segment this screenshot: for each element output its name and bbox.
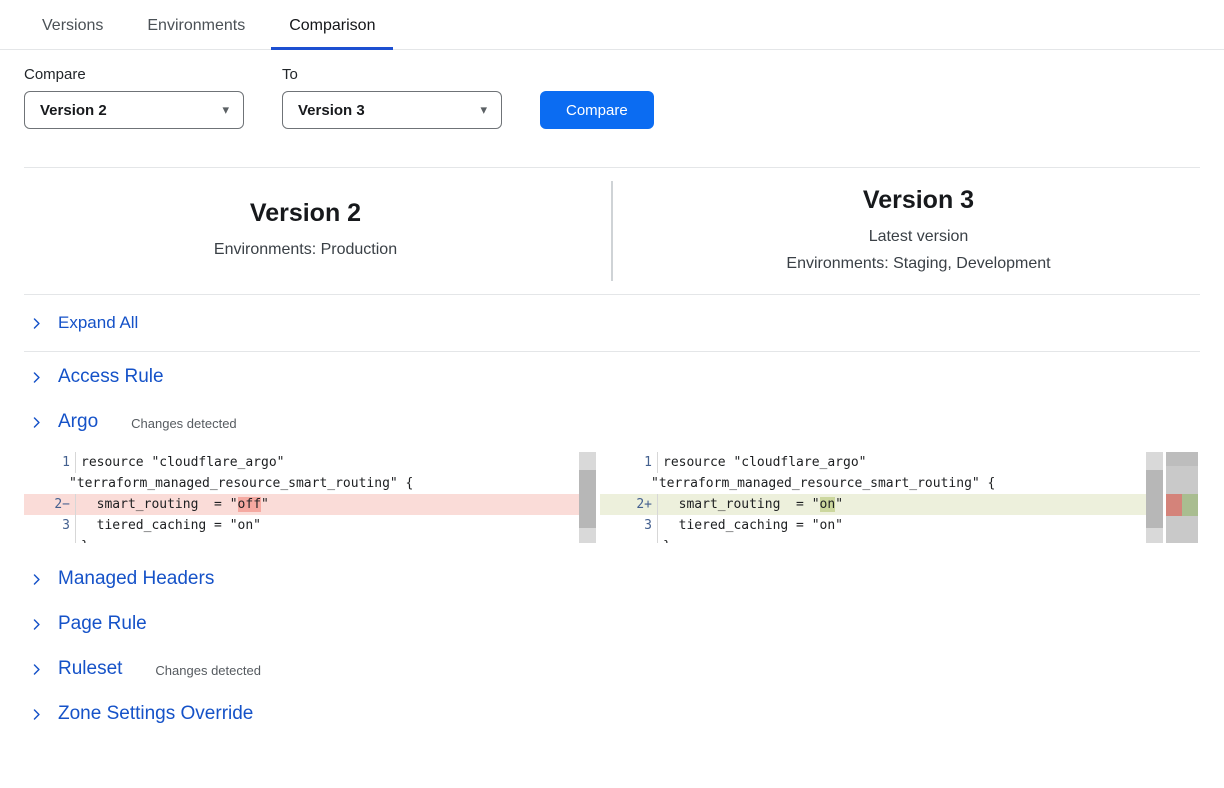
line-number: 1 — [600, 452, 658, 473]
section-label: Managed Headers — [58, 568, 214, 590]
code-text: "terraform_managed_resource_smart_routin… — [600, 473, 995, 494]
compare-from-select[interactable]: Version 2 ▾ — [24, 91, 244, 129]
line-number: 2− — [24, 494, 76, 515]
version-left-environments: Environments: Production — [0, 236, 611, 263]
expand-all-label: Expand All — [58, 313, 138, 333]
caret-down-icon: ▾ — [480, 102, 487, 118]
compare-from-value: Version 2 — [40, 102, 107, 119]
chevron-right-icon — [30, 416, 43, 429]
line-number: 3 — [24, 515, 76, 536]
code-text: tiered_caching = "on" — [76, 515, 261, 536]
diff-view: 1resource "cloudflare_argo""terraform_ma… — [24, 452, 1224, 543]
code-text: resource "cloudflare_argo" — [76, 452, 285, 473]
code-text: tiered_caching = "on" — [658, 515, 843, 536]
tab-versions[interactable]: Versions — [40, 0, 105, 49]
compare-controls: Compare Version 2 ▾ To Version 3 ▾ Compa… — [0, 50, 1224, 129]
code-text: resource "cloudflare_argo" — [658, 452, 867, 473]
chevron-right-icon — [30, 371, 43, 384]
diff-pane-right: 1resource "cloudflare_argo""terraform_ma… — [600, 452, 1163, 543]
code-line: 2− smart_routing = "off" — [24, 494, 579, 515]
section-access-rule[interactable]: Access Rule — [0, 357, 1224, 397]
code-line: 3 tiered_caching = "on" — [600, 515, 1146, 536]
line-number: 1 — [24, 452, 76, 473]
changes-detected-badge: Changes detected — [155, 660, 261, 678]
code-text: smart_routing = "off" — [76, 494, 269, 515]
section-label: Page Rule — [58, 613, 147, 635]
version-right-header: Version 3 Latest version Environments: S… — [613, 186, 1224, 277]
sections: Access RuleArgoChanges detected1resource… — [0, 357, 1224, 734]
code-text: } — [658, 536, 671, 543]
diff-minimap[interactable] — [1166, 452, 1198, 543]
scrollbar-thumb[interactable] — [1146, 470, 1163, 528]
compare-field: Compare Version 2 ▾ — [24, 66, 244, 129]
chevron-right-icon — [30, 663, 43, 676]
section-ruleset[interactable]: Ruleset Changes detected — [0, 649, 1224, 689]
version-left-title: Version 2 — [0, 199, 611, 228]
section-managed-headers[interactable]: Managed Headers — [0, 559, 1224, 599]
version-headers: Version 2 Environments: Production Versi… — [0, 168, 1224, 294]
code-text: } — [76, 536, 89, 543]
code-line: } — [24, 536, 579, 543]
tab-environments[interactable]: Environments — [145, 0, 247, 49]
section-label: Argo — [58, 411, 98, 433]
line-number: 3 — [600, 515, 658, 536]
changes-detected-badge: Changes detected — [131, 413, 237, 431]
section-label: Access Rule — [58, 366, 164, 388]
scrollbar-thumb[interactable] — [579, 470, 596, 528]
tab-comparison[interactable]: Comparison — [287, 0, 377, 49]
line-number — [600, 536, 658, 543]
section-argo[interactable]: Argo Changes detected — [0, 402, 1224, 442]
compare-label: Compare — [24, 66, 244, 83]
code-line: } — [600, 536, 1146, 543]
chevron-right-icon — [30, 708, 43, 721]
line-number: 2+ — [600, 494, 658, 515]
compare-button[interactable]: Compare — [540, 91, 654, 129]
code-line: 2+ smart_routing = "on" — [600, 494, 1146, 515]
version-right-title: Version 3 — [613, 186, 1224, 215]
diff-pane-left: 1resource "cloudflare_argo""terraform_ma… — [24, 452, 596, 543]
section-page-rule[interactable]: Page Rule — [0, 604, 1224, 644]
divider — [24, 351, 1200, 352]
chevron-right-icon — [30, 573, 43, 586]
code-line: "terraform_managed_resource_smart_routin… — [24, 473, 579, 494]
to-label: To — [282, 66, 502, 83]
code-line: "terraform_managed_resource_smart_routin… — [600, 473, 1146, 494]
code-line: 3 tiered_caching = "on" — [24, 515, 579, 536]
diff-scrollbar[interactable] — [1146, 452, 1163, 543]
caret-down-icon: ▾ — [222, 102, 229, 118]
section-label: Ruleset — [58, 658, 122, 680]
version-right-environments: Environments: Staging, Development — [613, 250, 1224, 277]
minimap-removed-mark — [1166, 494, 1182, 516]
line-number — [24, 536, 76, 543]
minimap-added-mark — [1182, 494, 1198, 516]
chevron-right-icon — [30, 618, 43, 631]
code-line: 1resource "cloudflare_argo" — [24, 452, 579, 473]
to-field: To Version 3 ▾ — [282, 66, 502, 129]
section-label: Zone Settings Override — [58, 703, 253, 725]
tab-bar: Versions Environments Comparison — [0, 0, 1224, 50]
section-zone-settings-override[interactable]: Zone Settings Override — [0, 694, 1224, 734]
compare-to-select[interactable]: Version 3 ▾ — [282, 91, 502, 129]
version-left-header: Version 2 Environments: Production — [0, 199, 611, 263]
version-right-subtitle: Latest version — [613, 223, 1224, 250]
chevron-right-icon — [30, 317, 43, 330]
code-text: "terraform_managed_resource_smart_routin… — [24, 473, 413, 494]
compare-to-value: Version 3 — [298, 102, 365, 119]
diff-scrollbar[interactable] — [579, 452, 596, 543]
code-line: 1resource "cloudflare_argo" — [600, 452, 1146, 473]
code-text: smart_routing = "on" — [658, 494, 843, 515]
expand-all-button[interactable]: Expand All — [0, 295, 1224, 351]
